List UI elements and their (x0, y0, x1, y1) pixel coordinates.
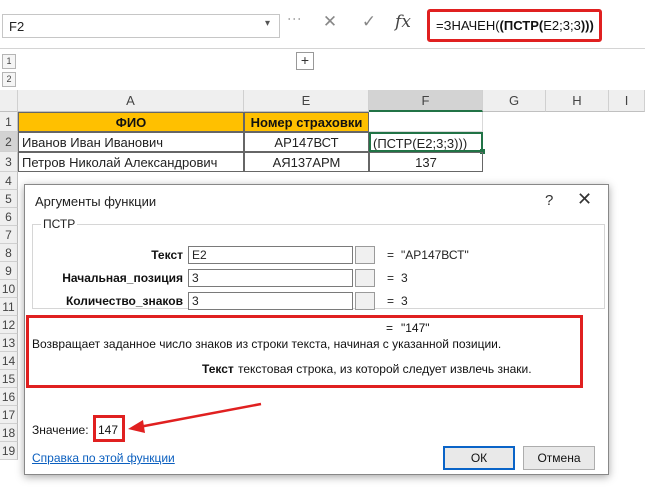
arg-label-text: Текст (151, 248, 183, 262)
outline-level-1-button[interactable]: 1 (2, 54, 16, 69)
table-header-cell[interactable]: Номер страховки (244, 112, 369, 132)
name-box-value: F2 (9, 19, 25, 34)
row-header[interactable]: 16 (0, 388, 18, 406)
row-header[interactable]: 6 (0, 208, 18, 226)
cancel-button[interactable]: Отмена (523, 446, 595, 470)
table-cell[interactable]: 137 (369, 152, 483, 172)
annotation-box (26, 315, 583, 388)
column-header-g[interactable]: G (483, 90, 546, 112)
arg-label-start: Начальная_позиция (62, 271, 183, 285)
row-header[interactable]: 12 (0, 316, 18, 334)
row-header[interactable]: 15 (0, 370, 18, 388)
name-box[interactable]: F2 ▾ (2, 14, 280, 38)
formula-text: =ЗНАЧЕН((ПСТР(E2;3;3))) (436, 18, 594, 33)
table-cell[interactable]: Петров Николай Александрович (18, 152, 244, 172)
row-header[interactable]: 1 (0, 112, 18, 132)
function-arguments-dialog: Аргументы функции ? ✕ ПСТР Текст E2 = "А… (24, 184, 609, 475)
arguments-group: ПСТР Текст E2 = "АР147ВСТ" Начальная_поз… (32, 217, 605, 310)
arg-equals: = (387, 248, 395, 262)
row-header[interactable]: 8 (0, 244, 18, 262)
row-header[interactable]: 7 (0, 226, 18, 244)
row-header[interactable]: 17 (0, 406, 18, 424)
active-cell[interactable]: (ПСТР(E2;3;3))) (369, 132, 483, 152)
row-header[interactable]: 11 (0, 298, 18, 316)
cancel-formula-icon[interactable]: ✕ (318, 12, 342, 32)
row-header[interactable]: 3 (0, 152, 18, 172)
outline-level-2-button[interactable]: 2 (2, 72, 16, 87)
range-picker-icon[interactable] (355, 292, 375, 310)
close-icon[interactable]: ✕ (577, 189, 592, 210)
formula-input[interactable]: =ЗНАЧЕН((ПСТР(E2;3;3))) (427, 9, 602, 42)
arg-input-start[interactable]: 3 (188, 269, 353, 287)
help-link[interactable]: Справка по этой функции (32, 451, 175, 465)
range-picker-icon[interactable] (355, 246, 375, 264)
column-header-e[interactable]: E (244, 90, 369, 112)
enter-formula-icon[interactable]: ✓ (357, 12, 381, 32)
value-label: Значение: (32, 423, 89, 437)
expand-group-button[interactable]: + (296, 52, 314, 70)
chevron-down-icon[interactable]: ▾ (265, 18, 270, 29)
row-header[interactable]: 2 (0, 132, 18, 152)
row-header[interactable]: 18 (0, 424, 18, 442)
insert-function-icon[interactable]: fx (391, 12, 415, 32)
row-header[interactable]: 13 (0, 334, 18, 352)
column-header-a[interactable]: A (18, 90, 244, 112)
table-cell[interactable]: АЯ137АРМ (244, 152, 369, 172)
function-name: ПСТР (41, 217, 78, 231)
column-header-h[interactable]: H (546, 90, 609, 112)
arg-label-count: Количество_знаков (65, 294, 183, 308)
row-header[interactable]: 4 (0, 172, 18, 190)
table-header-cell[interactable]: ФИО (18, 112, 244, 132)
row-header[interactable]: 5 (0, 190, 18, 208)
arg-equals: = (387, 294, 395, 308)
help-icon[interactable]: ? (545, 192, 553, 209)
arg-result-start: 3 (401, 271, 408, 285)
column-header-f[interactable]: F (369, 90, 483, 112)
splitter-dots-icon[interactable]: ⋮ (287, 12, 303, 27)
range-picker-icon[interactable] (355, 269, 375, 287)
column-header-i[interactable]: I (609, 90, 645, 112)
row-header[interactable]: 9 (0, 262, 18, 280)
formula-bar: F2 ▾ ⋮ ✕ ✓ fx =ЗНАЧЕН((ПСТР(E2;3;3))) (0, 0, 645, 49)
table-cell[interactable]: Иванов Иван Иванович (18, 132, 244, 152)
annotation-arrow-icon (128, 402, 262, 433)
ok-button[interactable]: ОК (443, 446, 515, 470)
arg-equals: = (387, 271, 395, 285)
dialog-title: Аргументы функции (35, 194, 157, 209)
select-all-corner[interactable] (0, 90, 18, 112)
row-header[interactable]: 10 (0, 280, 18, 298)
arg-input-count[interactable]: 3 (188, 292, 353, 310)
arg-input-text[interactable]: E2 (188, 246, 353, 264)
value-result: 147 (98, 423, 119, 437)
table-cell[interactable]: АР147ВСТ (244, 132, 369, 152)
row-header[interactable]: 14 (0, 352, 18, 370)
arg-result-text: "АР147ВСТ" (401, 248, 469, 262)
row-header[interactable]: 19 (0, 442, 18, 460)
table-cell[interactable] (369, 112, 483, 132)
arg-result-count: 3 (401, 294, 408, 308)
